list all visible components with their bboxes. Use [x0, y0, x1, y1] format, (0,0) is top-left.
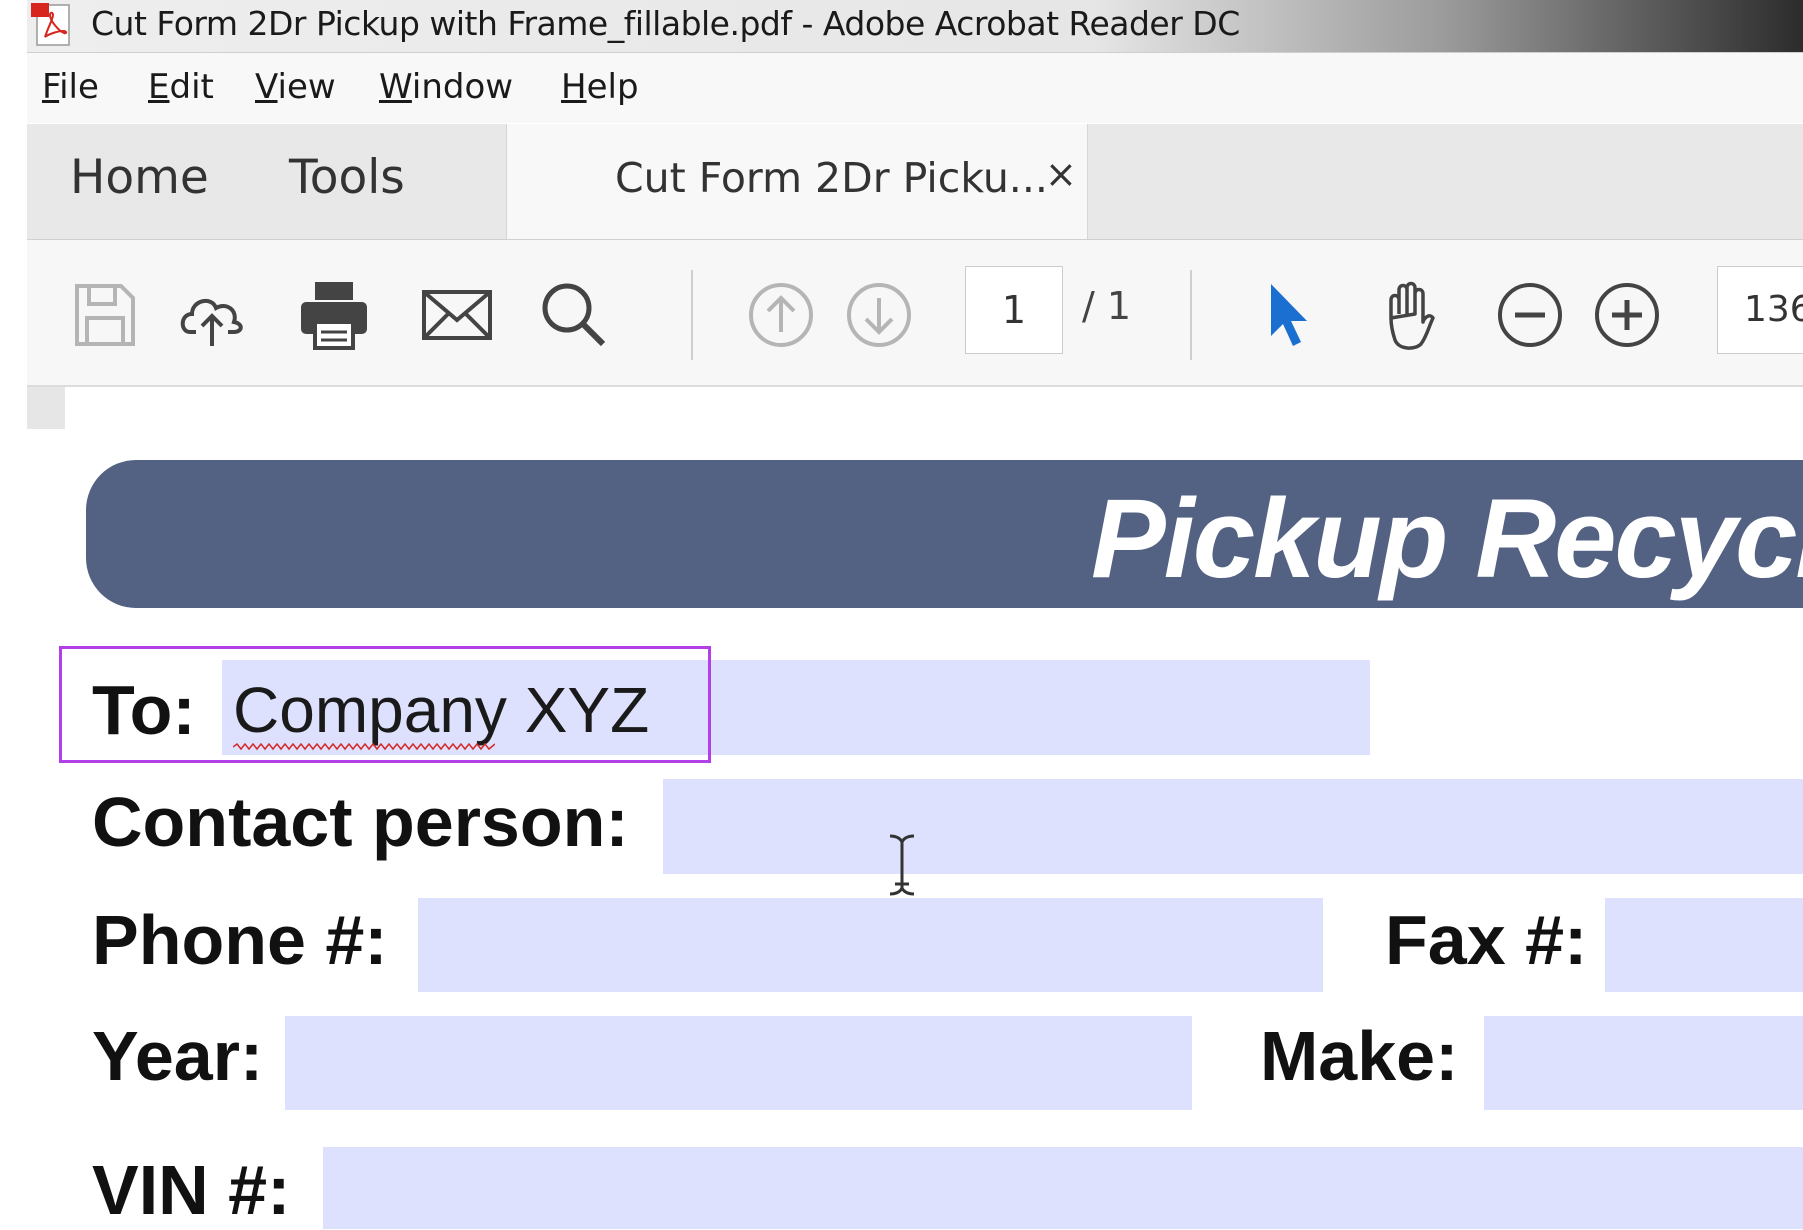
- toolbar: 1 / 1 136: [27, 240, 1803, 387]
- menu-view[interactable]: View: [255, 67, 336, 107]
- page-number-input[interactable]: 1: [965, 266, 1063, 354]
- window-title: Cut Form 2Dr Pickup with Frame_fillable.…: [91, 4, 1240, 43]
- close-tab-icon[interactable]: ×: [1045, 152, 1077, 196]
- contact-person-field[interactable]: [663, 779, 1803, 874]
- toolbar-separator: [691, 270, 693, 360]
- tab-tools[interactable]: Tools: [289, 150, 405, 205]
- menu-file[interactable]: File: [42, 67, 99, 107]
- menu-help[interactable]: Help: [561, 67, 639, 107]
- vin-label: VIN #:: [92, 1151, 291, 1229]
- email-icon[interactable]: [416, 274, 498, 356]
- page-up-icon[interactable]: [740, 274, 822, 356]
- toolbar-separator: [1190, 270, 1192, 360]
- menu-edit[interactable]: Edit: [148, 67, 214, 107]
- year-label: Year:: [92, 1017, 264, 1095]
- page-total: / 1: [1082, 284, 1132, 328]
- zoom-out-icon[interactable]: [1489, 274, 1571, 356]
- make-field[interactable]: [1484, 1016, 1803, 1110]
- field-focus-outline: [59, 646, 711, 763]
- zoom-in-icon[interactable]: [1586, 274, 1668, 356]
- make-label: Make:: [1260, 1017, 1459, 1095]
- cloud-upload-icon[interactable]: [172, 274, 254, 356]
- tab-home[interactable]: Home: [70, 150, 209, 205]
- contact-person-label: Contact person:: [92, 783, 629, 861]
- window-left-margin: [0, 0, 27, 1229]
- tab-document-label: Cut Form 2Dr Picku...: [615, 154, 1048, 202]
- text-cursor-icon: [889, 834, 915, 896]
- phone-label: Phone #:: [92, 901, 388, 979]
- zoom-level-input[interactable]: 136: [1717, 266, 1803, 354]
- acrobat-pdf-icon: [31, 3, 70, 46]
- save-icon[interactable]: [63, 274, 145, 356]
- vin-field[interactable]: [323, 1147, 1803, 1229]
- phone-field[interactable]: [418, 898, 1323, 992]
- form-title: Pickup Recycle: [1091, 476, 1803, 601]
- tab-document[interactable]: Cut Form 2Dr Picku... ×: [506, 124, 1088, 239]
- select-arrow-icon[interactable]: [1249, 274, 1331, 356]
- tab-bar: Home Tools Cut Form 2Dr Picku... ×: [27, 124, 1803, 240]
- page-down-icon[interactable]: [838, 274, 920, 356]
- year-field[interactable]: [285, 1016, 1192, 1110]
- panel-toggle[interactable]: [27, 387, 65, 429]
- form-title-banner: Pickup Recycle: [86, 460, 1803, 608]
- hand-icon[interactable]: [1369, 274, 1451, 356]
- title-bar: Cut Form 2Dr Pickup with Frame_fillable.…: [27, 0, 1803, 53]
- menu-bar: File Edit View Window Help: [27, 53, 1803, 123]
- fax-field[interactable]: [1605, 898, 1803, 992]
- search-icon[interactable]: [533, 274, 615, 356]
- fax-label: Fax #:: [1385, 901, 1588, 979]
- print-icon[interactable]: [293, 274, 375, 356]
- menu-window[interactable]: Window: [379, 67, 513, 107]
